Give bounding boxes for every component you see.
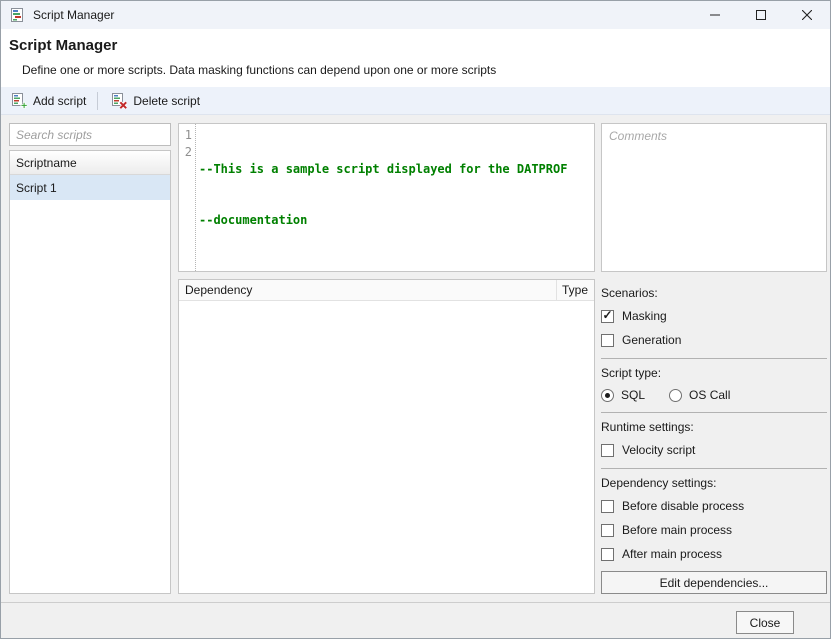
os-call-label: OS Call bbox=[689, 388, 730, 402]
line-number-gutter: 1 2 bbox=[179, 124, 196, 271]
maximize-button[interactable] bbox=[738, 1, 784, 29]
os-call-radio[interactable] bbox=[669, 389, 682, 402]
comments-input[interactable] bbox=[601, 123, 827, 272]
before-main-row[interactable]: Before main process bbox=[601, 522, 827, 538]
close-button[interactable] bbox=[784, 1, 830, 29]
close-dialog-button[interactable]: Close bbox=[736, 611, 794, 634]
line-number: 2 bbox=[179, 144, 192, 161]
edit-dependencies-button[interactable]: Edit dependencies... bbox=[601, 571, 827, 594]
velocity-script-label: Velocity script bbox=[622, 443, 695, 457]
after-main-row[interactable]: After main process bbox=[601, 546, 827, 562]
generation-row[interactable]: Generation bbox=[601, 332, 827, 348]
after-main-label: After main process bbox=[622, 547, 722, 561]
footer-divider bbox=[1, 602, 830, 603]
before-main-label: Before main process bbox=[622, 523, 732, 537]
before-disable-label: Before disable process bbox=[622, 499, 744, 513]
sql-label: SQL bbox=[621, 388, 645, 402]
velocity-script-checkbox[interactable] bbox=[601, 444, 614, 457]
type-column-header[interactable]: Type bbox=[557, 280, 594, 300]
section-divider bbox=[601, 412, 827, 413]
search-input[interactable] bbox=[9, 123, 171, 146]
script-list-header: Scriptname bbox=[10, 151, 170, 175]
delete-script-label: Delete script bbox=[133, 94, 200, 108]
code-line: --documentation bbox=[199, 212, 567, 229]
velocity-script-row[interactable]: Velocity script bbox=[601, 442, 827, 458]
masking-row[interactable]: Masking bbox=[601, 308, 827, 324]
dependency-column-header[interactable]: Dependency bbox=[179, 280, 557, 300]
title-bar: Script Manager bbox=[1, 1, 830, 29]
window-title: Script Manager bbox=[33, 8, 114, 22]
maximize-icon bbox=[756, 10, 766, 20]
script-manager-dialog: Script Manager Script Manager Define one… bbox=[0, 0, 831, 639]
dependency-table: Dependency Type bbox=[178, 279, 595, 594]
script-list-item[interactable]: Script 1 bbox=[10, 175, 170, 200]
settings-panel: Scenarios: Masking Generation Script typ… bbox=[601, 279, 827, 594]
close-icon bbox=[802, 10, 812, 20]
minimize-button[interactable] bbox=[692, 1, 738, 29]
before-disable-checkbox[interactable] bbox=[601, 500, 614, 513]
line-number: 1 bbox=[179, 127, 192, 144]
script-editor[interactable]: 1 2 --This is a sample script displayed … bbox=[178, 123, 595, 272]
sql-radio[interactable] bbox=[601, 389, 614, 402]
add-script-icon bbox=[11, 93, 27, 109]
dependency-table-header: Dependency Type bbox=[179, 280, 594, 301]
generation-checkbox[interactable] bbox=[601, 334, 614, 347]
page-header: Script Manager Define one or more script… bbox=[1, 29, 830, 87]
before-disable-row[interactable]: Before disable process bbox=[601, 498, 827, 514]
toolbar: Add script Delete script bbox=[1, 87, 830, 115]
runtime-settings-label: Runtime settings: bbox=[601, 420, 827, 434]
section-divider bbox=[601, 358, 827, 359]
masking-label: Masking bbox=[622, 309, 667, 323]
window-controls bbox=[692, 1, 830, 29]
os-call-radio-option[interactable]: OS Call bbox=[669, 388, 730, 402]
code-line: --This is a sample script displayed for … bbox=[199, 161, 567, 178]
after-main-checkbox[interactable] bbox=[601, 548, 614, 561]
dependency-settings-label: Dependency settings: bbox=[601, 476, 827, 490]
before-main-checkbox[interactable] bbox=[601, 524, 614, 537]
masking-checkbox[interactable] bbox=[601, 310, 614, 323]
delete-script-button[interactable]: Delete script bbox=[103, 89, 208, 113]
toolbar-separator bbox=[97, 92, 98, 110]
generation-label: Generation bbox=[622, 333, 681, 347]
page-subtitle: Define one or more scripts. Data masking… bbox=[22, 63, 496, 77]
scenarios-label: Scenarios: bbox=[601, 286, 827, 300]
app-script-icon bbox=[9, 7, 25, 23]
add-script-button[interactable]: Add script bbox=[3, 89, 94, 113]
script-type-label: Script type: bbox=[601, 366, 827, 380]
minimize-icon bbox=[710, 10, 720, 20]
page-title: Script Manager bbox=[9, 37, 117, 54]
section-divider bbox=[601, 468, 827, 469]
script-list: Scriptname Script 1 bbox=[9, 150, 171, 594]
sql-radio-option[interactable]: SQL bbox=[601, 388, 645, 402]
script-type-options: SQL OS Call bbox=[601, 388, 827, 402]
delete-script-icon bbox=[111, 93, 127, 109]
code-area[interactable]: --This is a sample script displayed for … bbox=[196, 124, 567, 271]
dependency-table-body bbox=[179, 301, 594, 593]
add-script-label: Add script bbox=[33, 94, 86, 108]
